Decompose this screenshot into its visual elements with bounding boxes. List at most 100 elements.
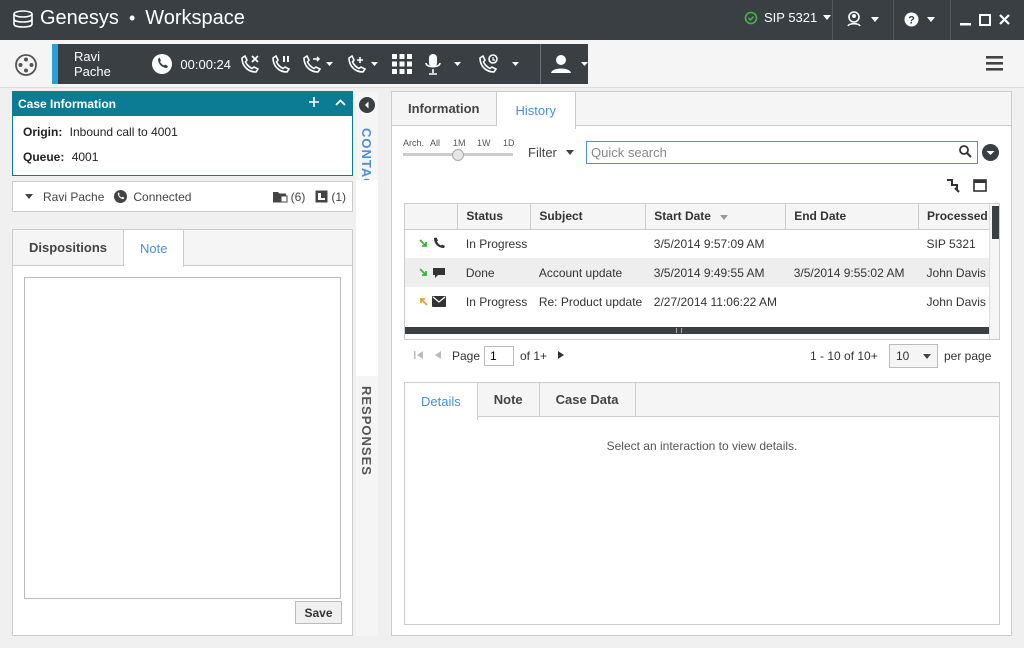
expand-grid-button[interactable] — [946, 179, 960, 193]
notes-button[interactable]: (1) — [315, 190, 346, 204]
caret-down-icon — [454, 62, 462, 66]
conference-call-button[interactable] — [347, 54, 379, 74]
collapse-case-button[interactable] — [335, 99, 346, 106]
notes-count: (1) — [331, 189, 346, 204]
start-date-cell: 3/5/2014 9:57:09 AM — [653, 236, 765, 251]
history-table: Status Subject Start Date End Date Proce… — [405, 204, 999, 316]
caret-down-icon — [871, 16, 879, 22]
caret-down-icon — [581, 62, 589, 66]
details-tabs: Details Note Case Data — [405, 383, 999, 420]
slider-label-archive: Arch. — [403, 138, 425, 148]
brand-name: Genesys — [40, 7, 119, 29]
team-communicator-button[interactable] — [14, 53, 38, 77]
note-textarea[interactable] — [24, 277, 341, 599]
inbound-arrow-icon — [419, 239, 428, 248]
tab-note-details[interactable]: Note — [478, 383, 540, 416]
party-state: Connected — [133, 189, 192, 204]
slider-label-all: All — [430, 138, 441, 148]
tab-history[interactable]: History — [496, 92, 576, 129]
tab-note[interactable]: Note — [124, 230, 185, 267]
tab-dispositions[interactable]: Dispositions — [13, 230, 125, 265]
end-date-cell — [786, 229, 919, 258]
microphone-icon — [425, 53, 441, 75]
party-actions-button[interactable] — [551, 54, 589, 74]
divider — [540, 44, 542, 84]
media-cell — [405, 229, 458, 258]
team-communicator-icon — [14, 53, 38, 77]
sip-status-dropdown[interactable]: SIP 5321 — [744, 10, 832, 25]
slider-label-1d: 1D — [503, 138, 515, 148]
filter-dropdown[interactable]: Filter — [528, 145, 574, 160]
tab-details[interactable]: Details — [405, 383, 478, 420]
minimize-button[interactable] — [960, 14, 971, 26]
start-date-cell: 3/5/2014 9:49:55 AM — [645, 258, 786, 287]
popout-button[interactable] — [973, 179, 987, 192]
column-header-subject[interactable]: Subject — [530, 204, 647, 230]
horizontal-scrollbar[interactable] — [405, 327, 989, 334]
help-button[interactable]: ? — [904, 12, 935, 27]
collapse-panel-button[interactable] — [359, 97, 375, 113]
party-row: Ravi Pache Connected (6) (1) — [12, 181, 353, 212]
caret-down-icon — [927, 17, 935, 22]
per-page-value: 10 — [896, 349, 910, 363]
transfer-call-button[interactable] — [302, 54, 334, 74]
tab-information[interactable]: Information — [392, 92, 497, 125]
case-queue-row: Queue: 4001 — [13, 150, 352, 164]
chevron-down-circle-icon — [982, 144, 999, 161]
previous-page-button[interactable] — [434, 350, 442, 360]
add-case-data-button[interactable] — [309, 97, 319, 107]
media-column-header — [405, 204, 459, 230]
vertical-scrollbar[interactable] — [989, 204, 999, 339]
search-button[interactable] — [959, 145, 972, 158]
responses-side-tab[interactable]: RESPONSES — [359, 386, 374, 476]
hold-call-button[interactable] — [271, 54, 291, 74]
end-call-button[interactable] — [240, 54, 260, 74]
hamburger-icon — [986, 56, 1003, 71]
table-row[interactable]: In Progress 3/5/2014 9:57:09 AM SIP 5321 — [405, 229, 999, 258]
sort-desc-icon — [720, 214, 729, 220]
maximize-button[interactable] — [979, 14, 991, 26]
column-header-processed[interactable]: Processed — [918, 204, 999, 230]
microphone-button[interactable] — [425, 53, 462, 75]
table-row[interactable]: In Progress Re: Product update 2/27/2014… — [405, 287, 999, 316]
close-window-button[interactable] — [999, 14, 1010, 25]
caret-down-icon — [823, 15, 832, 20]
divider — [832, 0, 833, 40]
subject-cell: Re: Product update — [538, 294, 643, 309]
quick-search-input[interactable] — [586, 141, 978, 164]
column-header-end-date[interactable]: End Date — [785, 204, 920, 230]
page-number-input[interactable] — [484, 346, 514, 366]
call-timer: 00:00:24 — [180, 56, 232, 72]
tab-case-data[interactable]: Case Data — [540, 383, 636, 416]
column-header-start-date[interactable]: Start Date — [645, 204, 787, 230]
keypad-button[interactable] — [392, 54, 413, 74]
main-menu-button[interactable] — [986, 56, 1003, 71]
cases-button[interactable]: (6) — [272, 190, 305, 204]
history-time-slider[interactable]: Arch. All 1M 1W 1D — [403, 138, 515, 164]
status-cell: In Progress — [465, 236, 528, 251]
outbound-arrow-icon — [419, 297, 428, 306]
next-page-icon — [557, 350, 565, 360]
history-grid: Status Subject Start Date End Date Proce… — [404, 203, 1000, 340]
call-party-name: Ravi Pache — [74, 49, 111, 79]
save-button[interactable]: Save — [295, 601, 342, 624]
app-brand: Genesys • Workspace — [12, 7, 245, 30]
search-options-button[interactable] — [982, 144, 999, 161]
consult-call-button[interactable] — [478, 54, 520, 74]
chevron-up-icon — [335, 99, 346, 106]
toolbar: Ravi Pache 00:00:24 — [0, 40, 1024, 88]
slider-label-1m: 1M — [453, 138, 466, 148]
column-header-status[interactable]: Status — [457, 204, 532, 230]
agent-status-button[interactable] — [845, 11, 879, 27]
party-expand-button[interactable] — [25, 194, 33, 199]
vertical-scrollbar-thumb[interactable] — [992, 206, 999, 239]
next-page-button[interactable] — [557, 350, 565, 360]
keypad-icon — [392, 54, 413, 74]
slider-thumb[interactable] — [452, 149, 464, 161]
left-tabs: Dispositions Note — [13, 230, 352, 267]
party-name: Ravi Pache — [43, 189, 105, 204]
per-page-select[interactable]: 10 — [889, 344, 938, 368]
connected-phone-icon — [114, 190, 128, 203]
first-page-button[interactable] — [414, 350, 424, 360]
table-row[interactable]: Done Account update 3/5/2014 9:49:55 AM … — [405, 258, 999, 287]
